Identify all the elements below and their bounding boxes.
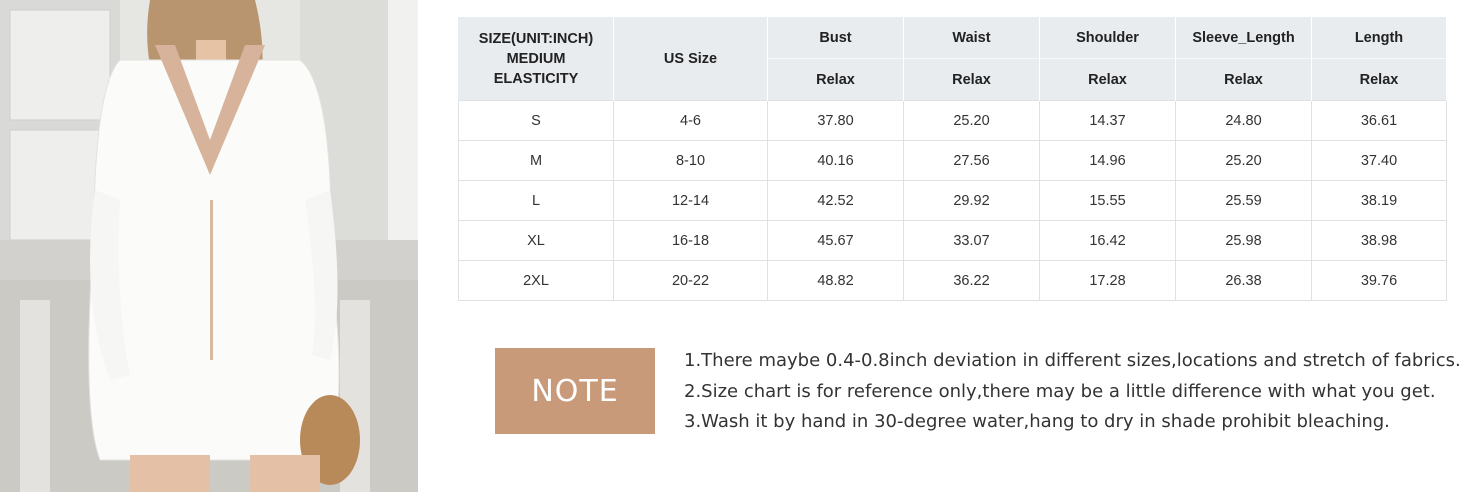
bust-cell: 42.52 (767, 180, 904, 221)
model-wearing-white-dress-image (0, 0, 418, 492)
sleeve-length-cell: 25.59 (1175, 180, 1312, 221)
bust-cell: 45.67 (767, 220, 904, 261)
waist-cell: 36.22 (903, 260, 1040, 301)
table-header-row: SIZE(UNIT:INCH) MEDIUM ELASTICITY US Siz… (458, 17, 1447, 101)
bust-cell: 40.16 (767, 140, 904, 181)
length-cell: 38.98 (1311, 220, 1447, 261)
bust-subheader: Relax (767, 58, 904, 101)
sleeve-length-cell: 25.98 (1175, 220, 1312, 261)
size-header-line: ELASTICITY (493, 70, 579, 87)
note-line: 1.There maybe 0.4-0.8inch deviation in d… (684, 350, 1461, 371)
us-size-cell: 12-14 (613, 180, 768, 221)
note-line: 3.Wash it by hand in 30-degree water,han… (684, 411, 1390, 432)
table-row: S 4-6 37.80 25.20 14.37 24.80 36.61 (458, 100, 1447, 141)
table-row: L 12-14 42.52 29.92 15.55 25.59 38.19 (458, 180, 1447, 221)
shoulder-cell: 17.28 (1039, 260, 1176, 301)
length-column-header: Length (1311, 17, 1447, 59)
sleeve-length-column-header: Sleeve_Length (1175, 17, 1312, 59)
us-size-cell: 4-6 (613, 100, 768, 141)
waist-cell: 25.20 (903, 100, 1040, 141)
waist-cell: 27.56 (903, 140, 1040, 181)
size-cell: 2XL (458, 260, 614, 301)
shoulder-column-header: Shoulder (1039, 17, 1176, 59)
bust-column-header: Bust (767, 17, 904, 59)
size-column-header: SIZE(UNIT:INCH) MEDIUM ELASTICITY (458, 17, 614, 101)
table-row: XL 16-18 45.67 33.07 16.42 25.98 38.98 (458, 220, 1447, 261)
bust-cell: 37.80 (767, 100, 904, 141)
waist-cell: 33.07 (903, 220, 1040, 261)
size-cell: S (458, 100, 614, 141)
length-cell: 36.61 (1311, 100, 1447, 141)
us-size-cell: 20-22 (613, 260, 768, 301)
size-cell: L (458, 180, 614, 221)
us-size-cell: 8-10 (613, 140, 768, 181)
note-list: 1.There maybe 0.4-0.8inch deviation in d… (684, 346, 1461, 438)
shoulder-cell: 16.42 (1039, 220, 1176, 261)
size-cell: XL (458, 220, 614, 261)
bust-cell: 48.82 (767, 260, 904, 301)
length-cell: 37.40 (1311, 140, 1447, 181)
sleeve-length-cell: 26.38 (1175, 260, 1312, 301)
size-chart-table: SIZE(UNIT:INCH) MEDIUM ELASTICITY US Siz… (458, 17, 1447, 301)
note-line: 2.Size chart is for reference only,there… (684, 380, 1436, 402)
sleeve-length-subheader: Relax (1175, 58, 1312, 101)
shoulder-cell: 14.96 (1039, 140, 1176, 181)
length-subheader: Relax (1311, 58, 1447, 101)
us-size-cell: 16-18 (613, 220, 768, 261)
sleeve-length-cell: 24.80 (1175, 100, 1312, 141)
length-cell: 38.19 (1311, 180, 1447, 221)
shoulder-cell: 15.55 (1039, 180, 1176, 221)
waist-column-header: Waist (903, 17, 1040, 59)
us-size-column-header: US Size (613, 17, 768, 101)
table-row: M 8-10 40.16 27.56 14.96 25.20 37.40 (458, 140, 1447, 181)
table-row: 2XL 20-22 48.82 36.22 17.28 26.38 39.76 (458, 260, 1447, 301)
size-header-line: MEDIUM (506, 50, 566, 67)
waist-subheader: Relax (903, 58, 1040, 101)
length-cell: 39.76 (1311, 260, 1447, 301)
shoulder-cell: 14.37 (1039, 100, 1176, 141)
product-photo (0, 0, 418, 492)
size-cell: M (458, 140, 614, 181)
waist-cell: 29.92 (903, 180, 1040, 221)
note-badge: NOTE (495, 348, 655, 434)
shoulder-subheader: Relax (1039, 58, 1176, 101)
sleeve-length-cell: 25.20 (1175, 140, 1312, 181)
size-header-line: SIZE(UNIT:INCH) (478, 30, 594, 47)
